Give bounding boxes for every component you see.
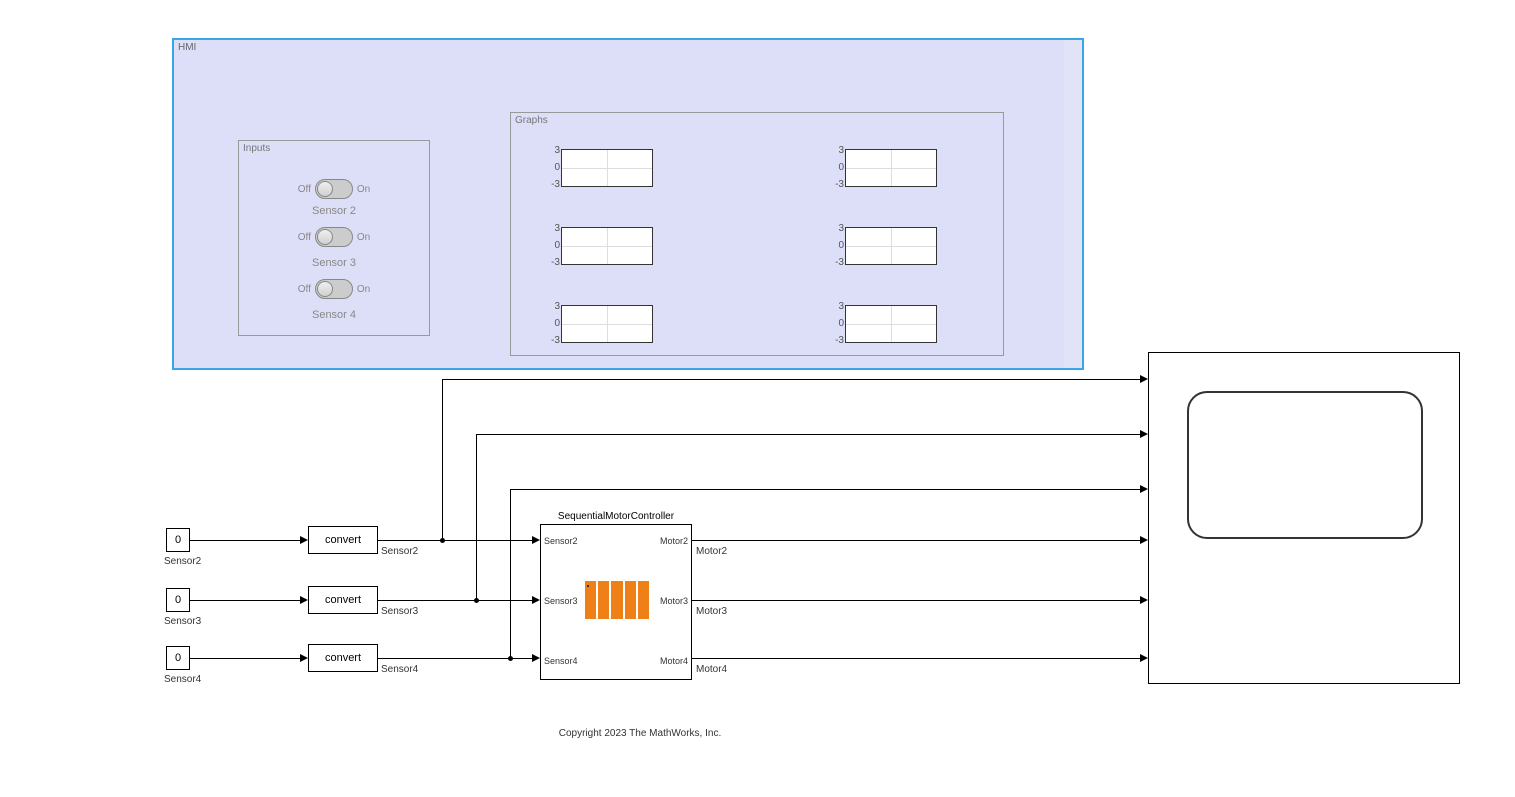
signal-line: [476, 434, 1142, 435]
mini-graph-3[interactable]: 30-3: [561, 227, 653, 265]
constant-value: 0: [175, 534, 181, 546]
input-port-sensor2: Sensor2: [544, 536, 578, 546]
toggle-off-label: Off: [298, 184, 311, 195]
signal-line: [190, 658, 303, 659]
toggle-switch-sensor4[interactable]: [315, 279, 353, 299]
input-port-sensor3: Sensor3: [544, 596, 578, 606]
convert-text: convert: [325, 652, 361, 664]
toggle-knob: [317, 229, 333, 245]
signal-line: [692, 540, 1142, 541]
constant-value: 0: [175, 594, 181, 606]
signal-line: [692, 600, 1142, 601]
output-port-motor3: Motor3: [660, 596, 688, 606]
constant-block-sensor3[interactable]: 0: [166, 588, 190, 612]
toggle-row-sensor4: Off On: [239, 279, 429, 299]
graph-ticks: 30-3: [546, 302, 560, 346]
arrow-icon: [300, 536, 308, 544]
graph-ticks: 30-3: [830, 146, 844, 190]
copyright-text: Copyright 2023 The MathWorks, Inc.: [0, 728, 1280, 739]
graph-ticks: 30-3: [546, 224, 560, 268]
hmi-panel[interactable]: HMI Inputs Off On Sensor 2 Off On Sensor…: [172, 38, 1084, 370]
toggle-knob: [317, 181, 333, 197]
constant-value: 0: [175, 652, 181, 664]
signal-line: [378, 540, 535, 541]
graph-ticks: 30-3: [830, 302, 844, 346]
signal-label-motor2: Motor2: [696, 546, 727, 557]
sensor-label-2: Sensor 2: [239, 205, 429, 217]
graphs-panel: Graphs 30-3 30-3 30-3 30-3 30-3 30-3: [510, 112, 1004, 356]
toggle-off-label: Off: [298, 284, 311, 295]
arrow-icon: [1140, 375, 1148, 383]
convert-block-sensor3[interactable]: convert: [308, 586, 378, 614]
convert-out-label: Sensor4: [381, 664, 418, 675]
sensor-label-4: Sensor 4: [239, 309, 429, 321]
model-canvas[interactable]: HMI Inputs Off On Sensor 2 Off On Sensor…: [0, 0, 1515, 797]
inputs-title: Inputs: [243, 143, 270, 154]
scope-block[interactable]: [1148, 352, 1460, 684]
arrow-icon: [1140, 485, 1148, 493]
mini-graph-6[interactable]: 30-3: [845, 305, 937, 343]
toggle-on-label: On: [357, 184, 370, 195]
toggle-off-label: Off: [298, 232, 311, 243]
inputs-panel: Inputs Off On Sensor 2 Off On Sensor 3 O…: [238, 140, 430, 336]
controller-block[interactable]: SequentialMotorController Sensor2 Sensor…: [540, 524, 692, 680]
mini-graph-2[interactable]: 30-3: [845, 149, 937, 187]
convert-block-sensor4[interactable]: convert: [308, 644, 378, 672]
arrow-icon: [300, 596, 308, 604]
signal-line: [476, 434, 477, 600]
toggle-knob: [317, 281, 333, 297]
sensor-label-3: Sensor 3: [239, 257, 429, 269]
output-port-motor2: Motor2: [660, 536, 688, 546]
signal-label-motor4: Motor4: [696, 664, 727, 675]
arrow-icon: [532, 654, 540, 662]
constant-block-sensor2[interactable]: 0: [166, 528, 190, 552]
arrow-icon: [532, 596, 540, 604]
arrow-icon: [1140, 654, 1148, 662]
arrow-icon: [532, 536, 540, 544]
constant-label: Sensor3: [164, 616, 201, 627]
signal-line: [190, 600, 303, 601]
mini-graph-4[interactable]: 30-3: [845, 227, 937, 265]
plc-icon: [585, 581, 649, 619]
controller-title: SequentialMotorController: [541, 511, 691, 522]
toggle-on-label: On: [357, 232, 370, 243]
scope-screen-icon: [1187, 391, 1423, 539]
convert-text: convert: [325, 534, 361, 546]
toggle-switch-sensor2[interactable]: [315, 179, 353, 199]
mini-graph-1[interactable]: 30-3: [561, 149, 653, 187]
convert-out-label: Sensor2: [381, 546, 418, 557]
graph-ticks: 30-3: [830, 224, 844, 268]
convert-text: convert: [325, 594, 361, 606]
signal-label-motor3: Motor3: [696, 606, 727, 617]
toggle-switch-sensor3[interactable]: [315, 227, 353, 247]
signal-line: [442, 379, 443, 540]
signal-line: [510, 489, 511, 658]
constant-label: Sensor2: [164, 556, 201, 567]
signal-line: [442, 379, 1142, 380]
convert-out-label: Sensor3: [381, 606, 418, 617]
hmi-selection-edge: [1064, 40, 1082, 368]
arrow-icon: [1140, 596, 1148, 604]
input-port-sensor4: Sensor4: [544, 656, 578, 666]
signal-line: [692, 658, 1142, 659]
signal-line: [510, 489, 1142, 490]
toggle-row-sensor2: Off On: [239, 179, 429, 199]
graphs-title: Graphs: [515, 115, 548, 126]
arrow-icon: [300, 654, 308, 662]
graph-ticks: 30-3: [546, 146, 560, 190]
output-port-motor4: Motor4: [660, 656, 688, 666]
signal-line: [378, 600, 535, 601]
signal-line: [190, 540, 303, 541]
arrow-icon: [1140, 430, 1148, 438]
mini-graph-5[interactable]: 30-3: [561, 305, 653, 343]
arrow-icon: [1140, 536, 1148, 544]
constant-block-sensor4[interactable]: 0: [166, 646, 190, 670]
toggle-on-label: On: [357, 284, 370, 295]
constant-label: Sensor4: [164, 674, 201, 685]
toggle-row-sensor3: Off On: [239, 227, 429, 247]
convert-block-sensor2[interactable]: convert: [308, 526, 378, 554]
hmi-title: HMI: [178, 42, 196, 53]
